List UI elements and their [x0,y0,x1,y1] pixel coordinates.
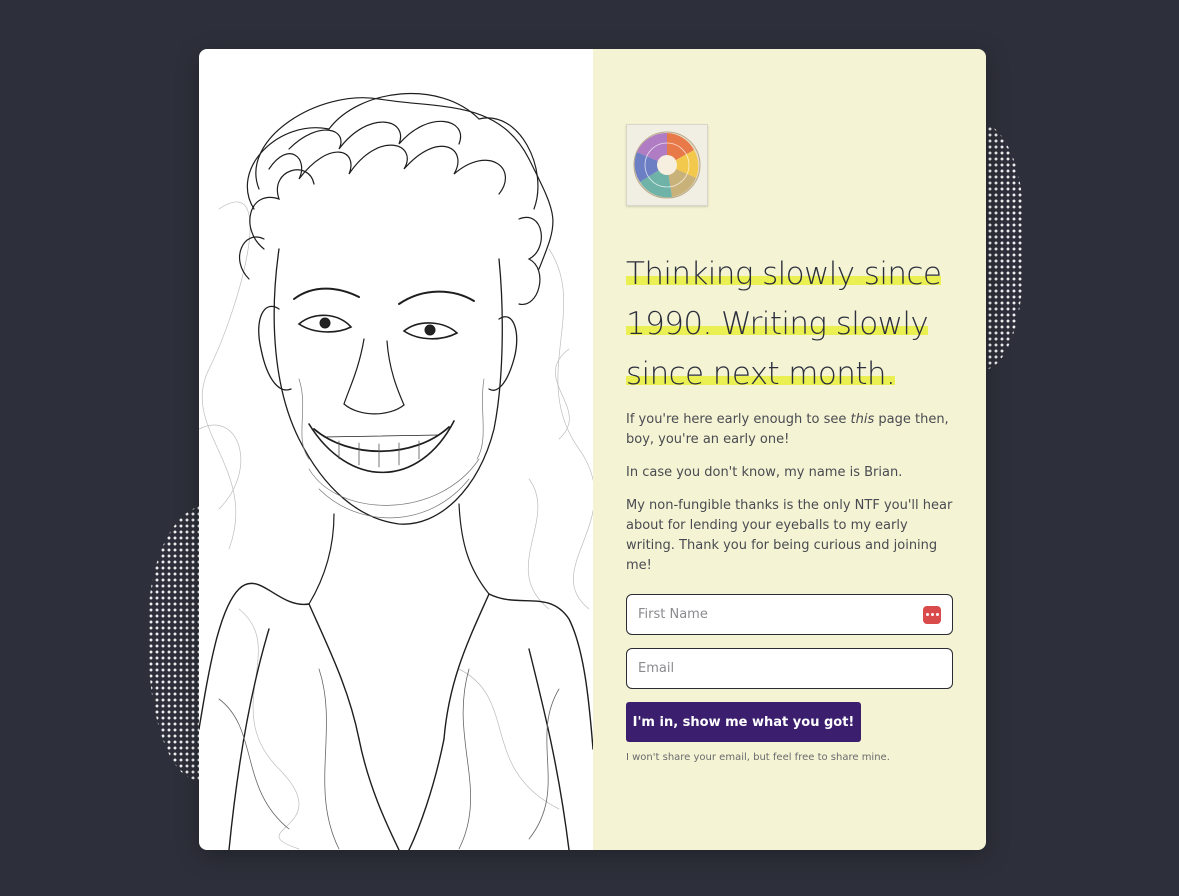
privacy-note: I won't share your email, but feel free … [626,752,890,763]
headline-line-2: 1990. Writing slowly [626,306,929,342]
emotion-wheel-logo-icon [626,124,708,206]
intro-emphasis: this [850,412,875,427]
headline: Thinking slowly since 1990. Writing slow… [626,249,956,399]
headline-line-3: since next month. [626,356,896,392]
subscribe-button[interactable]: I'm in, show me what you got! [626,702,861,742]
intro-text-before: If you're here early enough to see [626,412,851,427]
first-name-field [626,594,953,635]
page: Thinking slowly since 1990. Writing slow… [0,0,1179,896]
signup-panel: Thinking slowly since 1990. Writing slow… [593,49,986,850]
email-input[interactable] [638,661,941,676]
scribble-portrait-image [199,92,593,850]
intro-paragraph-2: In case you don't know, my name is Brian… [626,465,903,480]
headline-line-1: Thinking slowly since [626,256,942,292]
password-manager-icon[interactable] [923,605,941,624]
intro-paragraph-1: If you're here early enough to see this … [626,410,956,450]
first-name-input[interactable] [638,607,923,622]
portrait-illustration [199,49,593,850]
intro-paragraph-3: My non-fungible thanks is the only NTF y… [626,498,953,573]
signup-card: Thinking slowly since 1990. Writing slow… [199,49,986,850]
email-field [626,648,953,689]
